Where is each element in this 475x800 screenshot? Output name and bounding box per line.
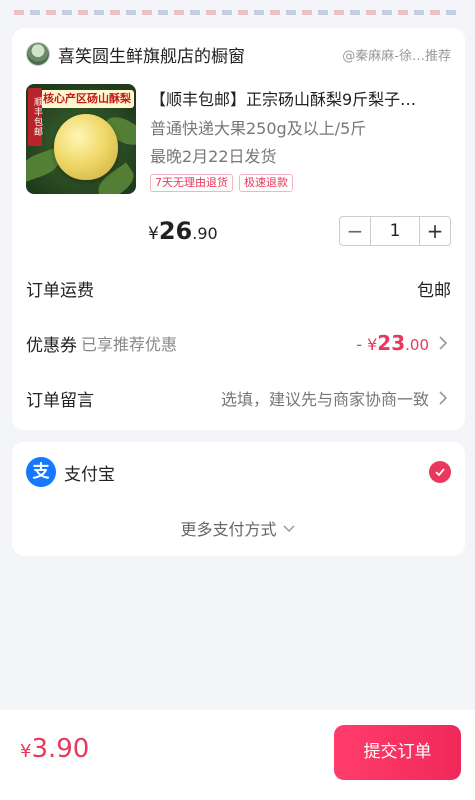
price-decimal: .90	[192, 224, 218, 243]
freight-label: 订单运费	[26, 280, 94, 301]
service-tags: 7天无理由退货 极速退款	[150, 174, 293, 192]
coupon-minus: - ¥	[356, 335, 378, 354]
more-payment-button[interactable]: 更多支付方式	[12, 516, 465, 540]
recommender-label: @秦麻麻-徐…推荐	[342, 48, 451, 64]
shop-name[interactable]: 喜笑圆生鲜旗舰店的橱窗	[58, 42, 342, 67]
ship-date: 最晚2月22日发货	[150, 147, 277, 166]
alipay-label: 支付宝	[64, 464, 115, 485]
coupon-label: 优惠券	[26, 335, 77, 356]
total-amount: 3.90	[31, 734, 90, 764]
unit-price: ¥26.90	[148, 214, 218, 251]
shop-avatar-icon	[26, 42, 50, 66]
chevron-down-icon	[282, 525, 295, 533]
coupon-integer: 23	[377, 331, 406, 355]
alipay-option[interactable]: 支 支付宝	[26, 456, 451, 488]
pear-image	[54, 114, 118, 180]
total-price: ¥3.90	[20, 734, 89, 764]
price-currency: ¥	[148, 224, 159, 244]
price-row: ¥26.90 − 1 +	[26, 214, 451, 248]
bottom-bar: ¥3.90 提交订单	[0, 710, 475, 800]
total-currency: ¥	[20, 741, 32, 762]
quantity-value[interactable]: 1	[370, 217, 420, 245]
image-side-label: 顺丰包邮	[28, 88, 42, 146]
airmail-border	[14, 10, 461, 15]
note-label: 订单留言	[26, 390, 94, 411]
image-banner: 核心产区砀山酥梨	[40, 90, 134, 108]
check-circle-icon[interactable]	[429, 461, 451, 483]
chevron-right-icon	[439, 336, 448, 350]
coupon-sub: 已享推荐优惠	[81, 335, 178, 354]
quantity-stepper[interactable]: − 1 +	[339, 216, 451, 246]
more-payment-label: 更多支付方式	[180, 520, 277, 539]
note-input[interactable]: 选填，建议先与商家协商一致	[221, 386, 429, 410]
price-integer: 26	[158, 217, 193, 245]
coupon-amount: - ¥23.00	[356, 331, 429, 355]
payment-card: 支 支付宝 更多支付方式	[12, 442, 465, 556]
product-item[interactable]: 核心产区砀山酥梨 顺丰包邮 【顺丰包邮】正宗砀山酥梨9斤梨子… 普通快递大果25…	[26, 84, 451, 204]
shop-header[interactable]: 喜笑圆生鲜旗舰店的橱窗 @秦麻麻-徐…推荐	[26, 40, 451, 68]
product-spec[interactable]: 普通快递大果250g及以上/5斤	[150, 115, 366, 139]
coupon-decimal: .00	[405, 336, 429, 354]
tag-refund: 极速退款	[239, 174, 293, 192]
coupon-row[interactable]: 优惠券 已享推荐优惠 - ¥23.00	[26, 328, 451, 358]
product-image[interactable]: 核心产区砀山酥梨 顺丰包邮	[26, 84, 136, 194]
product-title[interactable]: 【顺丰包邮】正宗砀山酥梨9斤梨子…	[150, 86, 451, 110]
submit-order-button[interactable]: 提交订单	[334, 725, 461, 780]
freight-value: 包邮	[417, 280, 451, 301]
note-row[interactable]: 订单留言 选填，建议先与商家协商一致	[26, 383, 451, 413]
tag-return: 7天无理由退货	[150, 174, 233, 192]
chevron-right-icon	[439, 391, 448, 405]
increase-button[interactable]: +	[420, 217, 450, 245]
decrease-button[interactable]: −	[340, 217, 370, 245]
alipay-icon: 支	[26, 457, 56, 487]
freight-row: 订单运费 包邮	[26, 273, 451, 303]
order-card: 喜笑圆生鲜旗舰店的橱窗 @秦麻麻-徐…推荐 核心产区砀山酥梨 顺丰包邮 【顺丰包…	[12, 28, 465, 430]
